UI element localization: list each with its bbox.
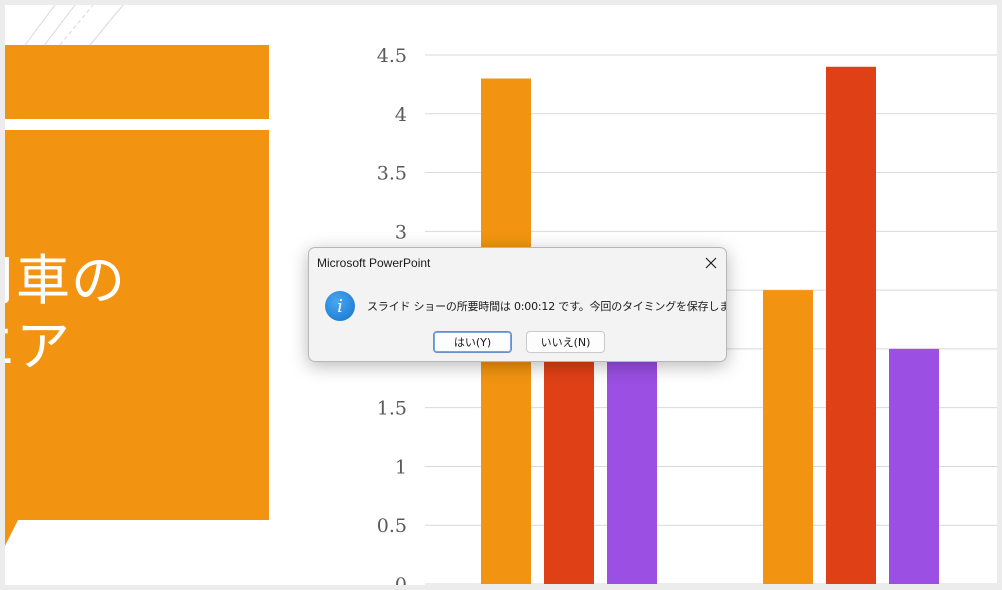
close-icon	[705, 257, 717, 269]
save-timings-dialog[interactable]: Microsoft PowerPoint i スライド ショーの所要時間は 0:…	[308, 247, 727, 362]
bar-series2-group2[interactable]	[826, 66, 876, 584]
y-tick-label: 4	[395, 104, 407, 126]
dialog-title: Microsoft PowerPoint	[317, 256, 431, 270]
close-button[interactable]	[696, 248, 726, 278]
yes-button[interactable]: はい(Y)	[433, 331, 512, 353]
y-tick-label: 0	[395, 574, 407, 585]
y-tick-label: 0.5	[377, 515, 407, 537]
dialog-titlebar[interactable]: Microsoft PowerPoint	[309, 248, 726, 278]
y-tick-label: 1.5	[377, 398, 407, 420]
bar-series1-group2[interactable]	[763, 290, 813, 584]
y-tick-label: 1	[395, 456, 407, 478]
y-tick-label: 3	[395, 221, 407, 243]
no-button[interactable]: いいえ(N)	[526, 331, 605, 353]
dialog-message: スライド ショーの所要時間は 0:00:12 です。今回のタイミングを保存します…	[367, 300, 727, 313]
bar-series3-group2[interactable]	[889, 348, 939, 584]
info-icon: i	[325, 291, 355, 321]
y-tick-label: 4.5	[377, 45, 407, 67]
bar-series3-group1[interactable]	[607, 348, 657, 584]
y-tick-label: 3.5	[377, 163, 407, 185]
